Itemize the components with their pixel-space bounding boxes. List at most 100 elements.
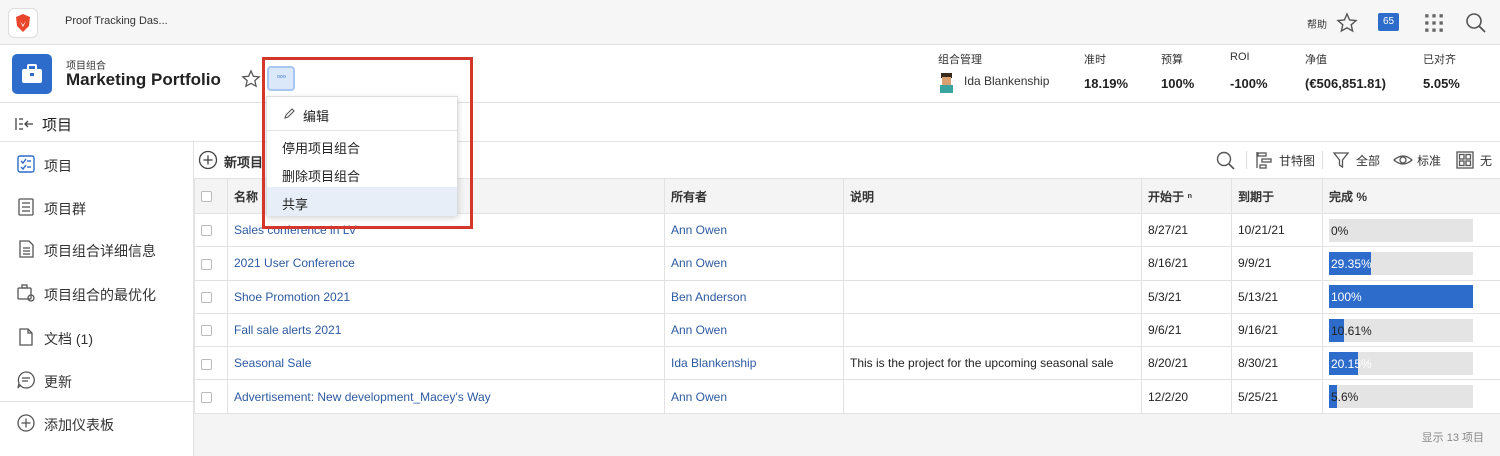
owner-link[interactable]: Ben Anderson — [671, 290, 746, 304]
project-name-link[interactable]: Shoe Promotion 2021 — [234, 290, 350, 304]
sidebar-item-label: 添加仪表板 — [44, 417, 114, 433]
percent-complete-cell: 10.61% — [1322, 312, 1500, 348]
owner-link[interactable]: Ann Owen — [671, 390, 727, 404]
eye-icon[interactable] — [1393, 151, 1413, 169]
sidebar-item-details[interactable]: 项目组合详细信息 — [0, 229, 194, 269]
start-date-cell: 8/27/21 — [1141, 212, 1232, 248]
roi-value: -100% — [1230, 76, 1268, 91]
select-all-checkbox[interactable] — [201, 191, 212, 203]
top-bar: Proof Tracking Das... 帮助 65 — [0, 0, 1500, 45]
table-row[interactable]: 2021 User Conference Ann Owen 8/16/21 9/9/2… — [194, 246, 1500, 281]
owner-cell[interactable]: Ann Owen — [664, 212, 844, 248]
column-header-due[interactable]: 到期于 — [1231, 178, 1323, 214]
owner-link[interactable]: Ida Blankenship — [671, 356, 756, 370]
percent-complete-cell: 20.15% — [1322, 346, 1500, 381]
owner-cell[interactable]: Ann Owen — [664, 379, 844, 414]
grouping-button[interactable]: 无 — [1480, 152, 1492, 169]
sidebar-item-updates[interactable]: 更新 — [0, 360, 194, 400]
select-all-cell[interactable] — [194, 178, 228, 214]
project-name-cell[interactable]: 2021 User Conference — [227, 246, 665, 281]
owner-link[interactable]: Ann Owen — [671, 223, 727, 237]
project-name-link[interactable]: Advertisement: New development_Macey's W… — [234, 390, 491, 404]
table-row[interactable]: Advertisement: New development_Macey's W… — [194, 379, 1500, 414]
filter-icon[interactable] — [1332, 151, 1350, 169]
budget-label: 预算 — [1161, 54, 1183, 66]
owner-cell[interactable]: Ben Anderson — [664, 279, 844, 314]
app-logo[interactable] — [8, 8, 38, 38]
search-icon[interactable] — [1465, 12, 1487, 34]
progress-bar: 100% — [1329, 285, 1473, 309]
project-name-cell[interactable]: Advertisement: New development_Macey's W… — [227, 379, 665, 414]
description-cell — [843, 379, 1142, 414]
percent-complete-cell: 5.6% — [1322, 379, 1500, 414]
roi-label: ROI — [1230, 51, 1250, 63]
portfolio-header: 项目组合 Marketing Portfolio ◦◦◦ 组合管理 Ida Bl… — [0, 45, 1500, 103]
new-project-button[interactable]: 新项目 — [224, 152, 263, 171]
start-date-cell: 12/2/20 — [1141, 379, 1232, 414]
row-select-cell[interactable] — [194, 312, 228, 348]
row-select-cell[interactable] — [194, 212, 228, 248]
sidebar-item-label: 项目组合的最优化 — [44, 287, 156, 303]
sidebar-item-add-dashboard[interactable]: 添加仪表板 — [0, 403, 194, 443]
search-icon[interactable] — [1216, 151, 1236, 171]
net-value: (€506,851.81) — [1305, 76, 1386, 91]
app-title[interactable]: Proof Tracking Das... — [65, 15, 168, 27]
project-name-link[interactable]: 2021 User Conference — [234, 256, 355, 270]
new-project-icon[interactable] — [198, 150, 218, 170]
view-button[interactable]: 标准 — [1417, 152, 1441, 169]
lion-logo-icon — [16, 14, 30, 32]
favorite-star-icon[interactable] — [241, 69, 261, 89]
table-row[interactable]: Shoe Promotion 2021 Ben Anderson 5/3/21 5/1… — [194, 279, 1500, 314]
manager-name[interactable]: Ida Blankenship — [964, 74, 1049, 88]
table-row[interactable]: Fall sale alerts 2021 Ann Owen 9/6/21 9/16/… — [194, 312, 1500, 348]
owner-cell[interactable]: Ann Owen — [664, 312, 844, 348]
collapse-panel-icon[interactable] — [14, 116, 34, 132]
grid-menu-icon[interactable] — [1423, 12, 1445, 34]
star-icon[interactable] — [1336, 12, 1358, 34]
column-header-owner[interactable]: 所有者 — [664, 178, 844, 214]
owner-link[interactable]: Ann Owen — [671, 256, 727, 270]
sidebar-item-projects[interactable]: 项目 — [0, 144, 194, 184]
grouping-icon[interactable] — [1456, 151, 1474, 169]
filter-button[interactable]: 全部 — [1356, 152, 1380, 169]
notification-badge[interactable]: 65 — [1378, 13, 1399, 31]
sidebar: 项目 项目群 项目组合详细信息 项目组合的最优化 文档 (1) 更新 添加仪表板 — [0, 142, 194, 456]
row-select-cell[interactable] — [194, 279, 228, 314]
project-name-cell[interactable]: Seasonal Sale — [227, 346, 665, 381]
due-date-cell: 9/9/21 — [1231, 246, 1323, 281]
column-header-complete[interactable]: 完成 % — [1322, 178, 1500, 214]
help-link[interactable]: 帮助 — [1307, 16, 1327, 31]
row-select-cell[interactable] — [194, 379, 228, 414]
optimizer-icon — [17, 284, 35, 302]
owner-cell[interactable]: Ida Blankenship — [664, 346, 844, 381]
gantt-icon[interactable] — [1256, 151, 1274, 169]
row-select-cell[interactable] — [194, 346, 228, 381]
column-header-start[interactable]: 开始于 ⁿ — [1141, 178, 1232, 214]
sidebar-item-documents[interactable]: 文档 (1) — [0, 317, 194, 357]
sidebar-item-programs[interactable]: 项目群 — [0, 187, 194, 227]
row-checkbox[interactable] — [201, 391, 212, 403]
updates-icon — [17, 371, 35, 389]
owner-cell[interactable]: Ann Owen — [664, 246, 844, 281]
row-checkbox[interactable] — [201, 358, 212, 370]
start-date-cell: 8/16/21 — [1141, 246, 1232, 281]
row-checkbox[interactable] — [201, 258, 212, 270]
gantt-button[interactable]: 甘特图 — [1279, 152, 1315, 169]
row-checkbox[interactable] — [201, 292, 212, 304]
ontime-value: 18.19% — [1084, 76, 1129, 91]
briefcase-icon — [22, 64, 42, 83]
row-select-cell[interactable] — [194, 246, 228, 281]
owner-link[interactable]: Ann Owen — [671, 323, 727, 337]
description-cell: This is the project for the upcoming sea… — [843, 346, 1142, 381]
portfolio-icon — [12, 54, 52, 94]
column-header-description[interactable]: 说明 — [843, 178, 1142, 214]
row-checkbox[interactable] — [201, 325, 212, 337]
project-name-link[interactable]: Seasonal Sale — [234, 356, 311, 370]
row-checkbox[interactable] — [201, 225, 212, 237]
sidebar-item-optimizer[interactable]: 项目组合的最优化 — [0, 273, 194, 313]
project-name-link[interactable]: Fall sale alerts 2021 — [234, 323, 341, 337]
project-name-cell[interactable]: Fall sale alerts 2021 — [227, 312, 665, 348]
details-icon — [19, 240, 34, 258]
project-name-cell[interactable]: Shoe Promotion 2021 — [227, 279, 665, 314]
table-row[interactable]: Seasonal Sale Ida Blankenship This is the … — [194, 346, 1500, 381]
